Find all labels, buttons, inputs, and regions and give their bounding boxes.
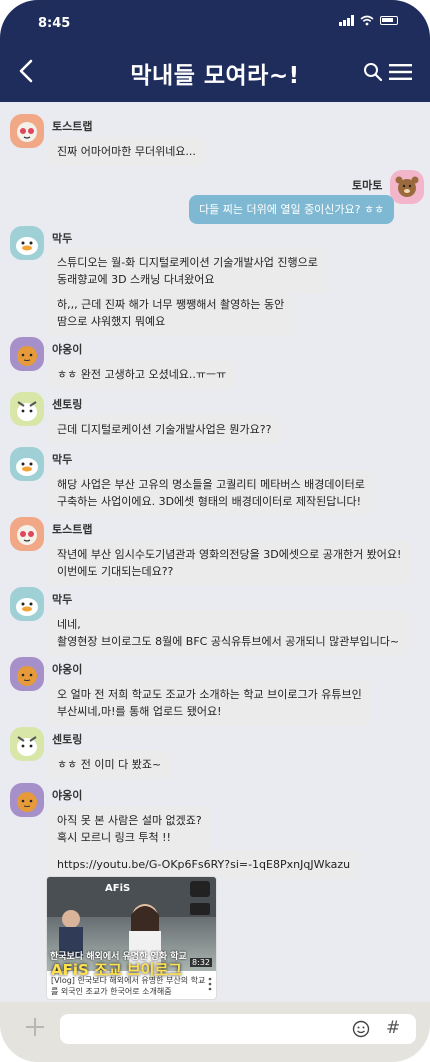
status-time: 8:45 — [38, 16, 71, 31]
avatar-yaongi[interactable] — [10, 657, 44, 691]
message-bubble[interactable]: 작년에 부산 임시수도기념관과 영화의전당을 3D에셋으로 공개한거 봤어요! … — [47, 540, 412, 586]
status-icons — [339, 15, 398, 26]
character-icon — [16, 598, 38, 616]
avatar-yaongi[interactable] — [10, 337, 44, 371]
sender-name: 막두 — [52, 453, 73, 466]
message-bubble[interactable]: 스튜디오는 월-화 디지털로케이션 기술개발사업 진행으로 동래향교에 3D 스… — [47, 248, 328, 294]
avatar-tomato[interactable] — [390, 170, 424, 204]
message-bubble[interactable]: 네네, 촬영현장 브이로그도 8월에 BFC 공식유튜브에서 공개되니 많관부입… — [47, 610, 410, 656]
avatar-sentoring[interactable] — [10, 392, 44, 426]
app-header: 8:45 막내들 모여라~! — [0, 0, 430, 102]
message-bubble[interactable]: 하,,, 근데 진짜 해가 너무 쨍쨍해서 촬영하는 동안 땀으로 샤워했지 뭐… — [47, 290, 295, 336]
message-bubble[interactable]: ㅎㅎ 완전 고생하고 오셨네요..ㅠㅡㅠ — [47, 360, 237, 389]
message-bubble[interactable]: ㅎㅎ 전 이미 다 봤죠~ — [47, 750, 172, 779]
sender-name: 토스트랩 — [52, 120, 93, 133]
sender-name: 막두 — [52, 232, 73, 245]
more-options-icon[interactable] — [208, 977, 212, 991]
sender-name: 야옹이 — [52, 789, 83, 802]
search-icon[interactable] — [363, 62, 383, 82]
message-bubble-mine[interactable]: 다들 찌는 더위에 열일 중이신가요? ㅎㅎ — [189, 195, 395, 224]
sender-name: 야옹이 — [52, 663, 83, 676]
signal-icon — [339, 15, 354, 26]
sender-name: 토스트랩 — [52, 523, 93, 536]
wifi-icon — [360, 15, 374, 26]
link-bubble[interactable]: https://youtu.be/G-OKp6Fs6RY?si=-1qE8Pxn… — [47, 850, 361, 879]
character-icon — [17, 792, 37, 812]
hash-icon[interactable]: # — [386, 1018, 400, 1038]
avatar-makdu[interactable] — [10, 226, 44, 260]
menu-icon[interactable] — [389, 64, 412, 80]
sender-name: 센토링 — [52, 733, 83, 746]
character-icon — [17, 401, 37, 421]
avatar-makdu[interactable] — [10, 587, 44, 621]
message-bubble[interactable]: 해당 사업은 부산 고유의 명소들을 고퀄리티 메타버스 배경데이터로 구축하는… — [47, 470, 375, 516]
message-bubble[interactable]: 근데 디지털로케이션 기술개발사업은 뭔가요?? — [47, 415, 282, 444]
battery-icon — [380, 16, 398, 25]
character-icon — [17, 346, 37, 366]
video-thumbnail: AFiS 한국보다 해외에서 유명한 영화 학교 AFiS 조교 브이로그 — [47, 877, 216, 979]
avatar-makdu[interactable] — [10, 447, 44, 481]
video-title: [Vlog] 한국보다 해외에서 유명한 부산의 학교를 외국인 조교가 한국어… — [51, 976, 206, 996]
character-icon — [16, 458, 38, 476]
avatar-toastlab[interactable] — [10, 517, 44, 551]
phone-screen: 8:45 막내들 모여라~! 토스트랩 진짜 어마어마한 무더위네요... 토마… — [0, 0, 430, 1062]
character-icon — [395, 176, 419, 197]
character-icon — [17, 736, 37, 756]
sender-name: 막두 — [52, 593, 73, 606]
message-input-bar: # — [0, 1002, 430, 1062]
avatar-yaongi[interactable] — [10, 783, 44, 817]
video-duration: 8:32 — [190, 958, 212, 967]
message-bubble[interactable]: 아직 못 본 사람은 설마 없겠죠? 혹시 모르니 링크 투척 !! — [47, 806, 212, 852]
sender-name: 야옹이 — [52, 343, 83, 356]
character-icon — [17, 666, 37, 686]
avatar-toastlab[interactable] — [10, 114, 44, 148]
sender-name: 센토링 — [52, 398, 83, 411]
message-bubble[interactable]: 오 얼마 전 저희 학교도 조교가 소개하는 학교 브이로그가 유튜브인 부산씨… — [47, 680, 372, 726]
message-bubble[interactable]: 진짜 어마어마한 무더위네요... — [47, 137, 206, 166]
character-icon — [17, 525, 37, 545]
emoji-icon[interactable] — [352, 1020, 370, 1038]
sender-name: 토마토 — [352, 179, 383, 192]
character-icon — [17, 122, 37, 142]
video-preview-card[interactable]: AFiS 한국보다 해외에서 유명한 영화 학교 AFiS 조교 브이로그 8:… — [46, 876, 217, 1000]
character-icon — [16, 237, 38, 255]
video-brand: AFiS — [105, 883, 131, 894]
plus-icon[interactable] — [24, 1016, 46, 1038]
avatar-sentoring[interactable] — [10, 727, 44, 761]
